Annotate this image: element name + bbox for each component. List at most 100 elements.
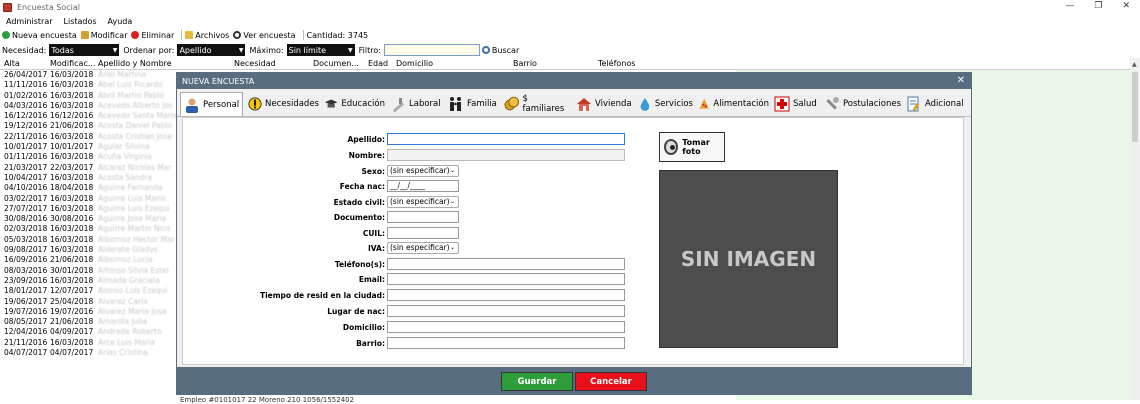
take-photo-button[interactable]: Tomar foto — [659, 132, 725, 162]
col-header-alta[interactable]: Alta — [4, 59, 20, 68]
tiempo-field[interactable] — [387, 289, 625, 301]
filter-input[interactable] — [383, 44, 480, 56]
table-row[interactable]: 10/01/2017 10/01/2017 Aguiar Silvina — [0, 142, 180, 152]
table-row[interactable]: 16/09/2016 21/06/2018 Albornoz Lucia — [0, 255, 180, 265]
estado-civil-select[interactable]: (sin especificar) ⌄ — [387, 196, 459, 208]
col-header-edad[interactable]: Edad — [368, 59, 388, 68]
table-row[interactable]: 04/07/2017 04/07/2017 Arias Cristina — [0, 348, 180, 358]
table-row[interactable]: 02/03/2018 16/03/2018 Aguirre Martin Nico — [0, 224, 180, 234]
col-header-barrio[interactable]: Barrio — [513, 59, 537, 68]
table-row[interactable]: 09/08/2017 16/03/2018 Alderete Gladys — [0, 245, 180, 255]
cell-alta: 21/11/2016 — [4, 337, 48, 347]
minimize-icon[interactable]: — — [1065, 1, 1074, 11]
apellido-field[interactable] — [387, 133, 625, 145]
col-header-necesidad[interactable]: Necesidad — [234, 59, 276, 68]
domicilio-field[interactable] — [387, 321, 625, 333]
table-row[interactable]: 19/07/2016 19/07/2016 Alvarez Maria Jose — [0, 307, 180, 317]
table-row[interactable]: 26/04/2017 16/03/2018 Ariel Martina — [0, 70, 180, 80]
files-button[interactable]: Archivos — [185, 31, 229, 40]
col-header-modificacion[interactable]: Modificac... — [50, 59, 95, 68]
table-row[interactable]: 04/10/2016 18/04/2018 Aguirre Fernanda — [0, 183, 180, 193]
menu-administrar[interactable]: Administrar — [6, 17, 53, 26]
table-row[interactable]: 05/03/2018 16/03/2018 Albornoz Hector Mar — [0, 235, 180, 245]
table-row[interactable]: 03/02/2017 16/03/2018 Aguirre Luis Mario — [0, 194, 180, 204]
tab-vivienda-label: Vivienda — [595, 99, 632, 109]
table-row[interactable]: 21/11/2016 16/03/2018 Arce Luis Maria — [0, 338, 180, 348]
edit-button[interactable]: Modificar — [80, 31, 127, 40]
table-row[interactable]: 19/12/2016 21/06/2018 Acosta Daniel Pablo — [0, 121, 180, 131]
table-row[interactable]: 11/11/2016 16/03/2018 Abel Luis Ricardo — [0, 80, 180, 90]
cell-modificacion: 16/03/2018 — [50, 152, 94, 162]
menu-listados[interactable]: Listados — [64, 17, 97, 26]
new-survey-button[interactable]: Nueva encuesta — [2, 31, 77, 40]
vertical-scrollbar[interactable]: ▲ — [1130, 58, 1140, 400]
tab-postulaciones[interactable]: Postulaciones — [821, 93, 901, 115]
tab-servicios[interactable]: Servicios — [635, 93, 693, 115]
tab-personal[interactable]: Personal — [180, 92, 243, 116]
order-label: Ordenar por: — [123, 45, 175, 55]
search-button[interactable]: Buscar — [481, 46, 519, 55]
nombre-label: Nombre: — [348, 151, 385, 160]
tab-necesidades[interactable]: Necesidades — [245, 93, 319, 115]
delete-button[interactable]: Eliminar — [131, 31, 174, 40]
dialog-close-icon[interactable]: ✕ — [957, 75, 965, 86]
sexo-label: Sexo: — [361, 167, 385, 176]
col-header-telefonos[interactable]: Teléfonos — [598, 59, 635, 68]
menu-ayuda[interactable]: Ayuda — [108, 17, 133, 26]
table-row[interactable]: 22/11/2016 16/03/2018 Acosta Cristian Jose — [0, 132, 180, 142]
order-select[interactable]: Apellido ▼ — [177, 44, 246, 56]
col-header-domicilio[interactable]: Domicilio — [396, 59, 433, 68]
water-drop-icon — [640, 97, 650, 111]
barrio-field[interactable] — [387, 337, 625, 349]
table-row[interactable]: 01/02/2016 16/03/2018 Abril Martin Pablo — [0, 91, 180, 101]
tab-laboral[interactable]: Laboral — [387, 93, 443, 115]
table-row[interactable]: 19/06/2017 25/04/2018 Alvarez Carla — [0, 297, 180, 307]
telefonos-field[interactable] — [387, 258, 625, 270]
tab-salud[interactable]: Salud — [771, 93, 819, 115]
cell-modificacion: 22/03/2017 — [50, 162, 94, 172]
tab-educacion[interactable]: Educación — [321, 93, 385, 115]
lugar-nac-field[interactable] — [387, 305, 625, 317]
iva-select[interactable]: (sin especificar) ⌄ — [387, 242, 459, 254]
table-row[interactable]: 08/05/2017 21/06/2018 Amarilla Julia — [0, 317, 180, 327]
table-row[interactable]: 23/09/2016 16/03/2018 Almada Graciela — [0, 276, 180, 286]
table-row[interactable]: 12/04/2016 04/09/2017 Andrade Roberto — [0, 327, 180, 337]
save-button[interactable]: Guardar — [501, 372, 573, 391]
cell-alta: 02/03/2018 — [4, 224, 48, 234]
table-row[interactable]: 10/04/2017 16/03/2018 Acosta Sandra — [0, 173, 180, 183]
table-row[interactable]: 16/12/2016 16/12/2016 Acevedo Santa Maria — [0, 111, 180, 121]
need-select[interactable]: Todas ▼ — [49, 44, 120, 56]
table-row[interactable]: 27/07/2017 16/03/2018 Aguirre Luis Ezequi — [0, 204, 180, 214]
view-survey-button[interactable]: Ver encuesta — [233, 31, 296, 40]
tab-vivienda[interactable]: Vivienda — [573, 93, 633, 115]
tab-adicional[interactable]: Adicional — [903, 93, 965, 115]
tab-familia[interactable]: Familia — [445, 93, 499, 115]
close-icon[interactable]: ✕ — [1122, 1, 1130, 11]
table-row[interactable]: 30/08/2016 30/08/2016 Aguirre Jose Maria — [0, 214, 180, 224]
nombre-field[interactable] — [387, 149, 625, 161]
dialog-tabs: Personal Necesidades Educación Laboral F… — [177, 89, 971, 117]
max-select[interactable]: Sin límite ▼ — [286, 44, 355, 56]
table-row[interactable]: 04/03/2016 16/03/2018 Acevedo Alberto Jos — [0, 101, 180, 111]
documento-field[interactable] — [387, 211, 459, 223]
table-row[interactable]: 01/11/2016 16/03/2018 Acuña Virginia — [0, 152, 180, 162]
filter-label: Filtro: — [358, 45, 381, 55]
cuil-field[interactable] — [387, 227, 459, 239]
table-row[interactable]: 21/03/2017 22/03/2017 Alcaraz Nicolas Mar — [0, 163, 180, 173]
scrollbar-thumb[interactable] — [1132, 72, 1138, 142]
max-label: Máximo: — [249, 45, 284, 55]
col-header-apellido[interactable]: Apellido y Nombre — [98, 59, 172, 68]
table-row[interactable]: 08/03/2016 30/01/2018 Alfonso Silvia Estel — [0, 266, 180, 276]
tab-alimentacion[interactable]: Alimentación — [695, 93, 769, 115]
apellido-label: Apellido: — [347, 135, 386, 144]
sexo-select[interactable]: (sin especificar) ⌄ — [387, 165, 459, 177]
fecha-nac-field[interactable]: __/__/____ — [387, 180, 459, 192]
maximize-icon[interactable]: ❐ — [1094, 1, 1102, 11]
scroll-up-icon[interactable]: ▲ — [1132, 61, 1137, 68]
cell-apellido-nombre: Aguirre Luis Mario — [98, 193, 166, 203]
col-header-documento[interactable]: Documen... — [313, 59, 359, 68]
table-row[interactable]: 18/01/2017 12/07/2017 Alonso Luis Ezequi — [0, 286, 180, 296]
email-field[interactable] — [387, 273, 625, 285]
cancel-button[interactable]: Cancelar — [575, 372, 647, 391]
tab-familiares[interactable]: $ familiares — [501, 93, 571, 115]
